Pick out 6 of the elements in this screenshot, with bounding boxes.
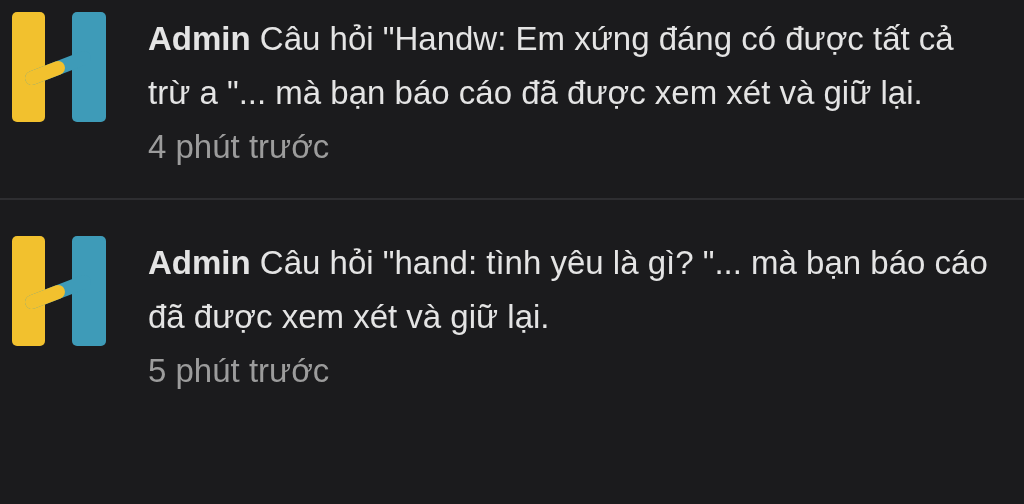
notification-message: Admin Câu hỏi "Handw: Em xứng đáng có được tất cả trừ a "... mà bạn báo cáo đã được xem xét và giữ lại. <box>148 19 955 113</box>
logo-icon <box>12 236 106 346</box>
notification-time: 4 phút trước <box>148 127 331 167</box>
notification-message: Admin Câu hỏi "hand: tình yêu là gì? "... mà bạn báo cáo đã được xem xét và giữ lại. <box>148 243 989 337</box>
notification-time: 5 phút trước <box>148 351 331 391</box>
logo-icon <box>12 12 106 122</box>
